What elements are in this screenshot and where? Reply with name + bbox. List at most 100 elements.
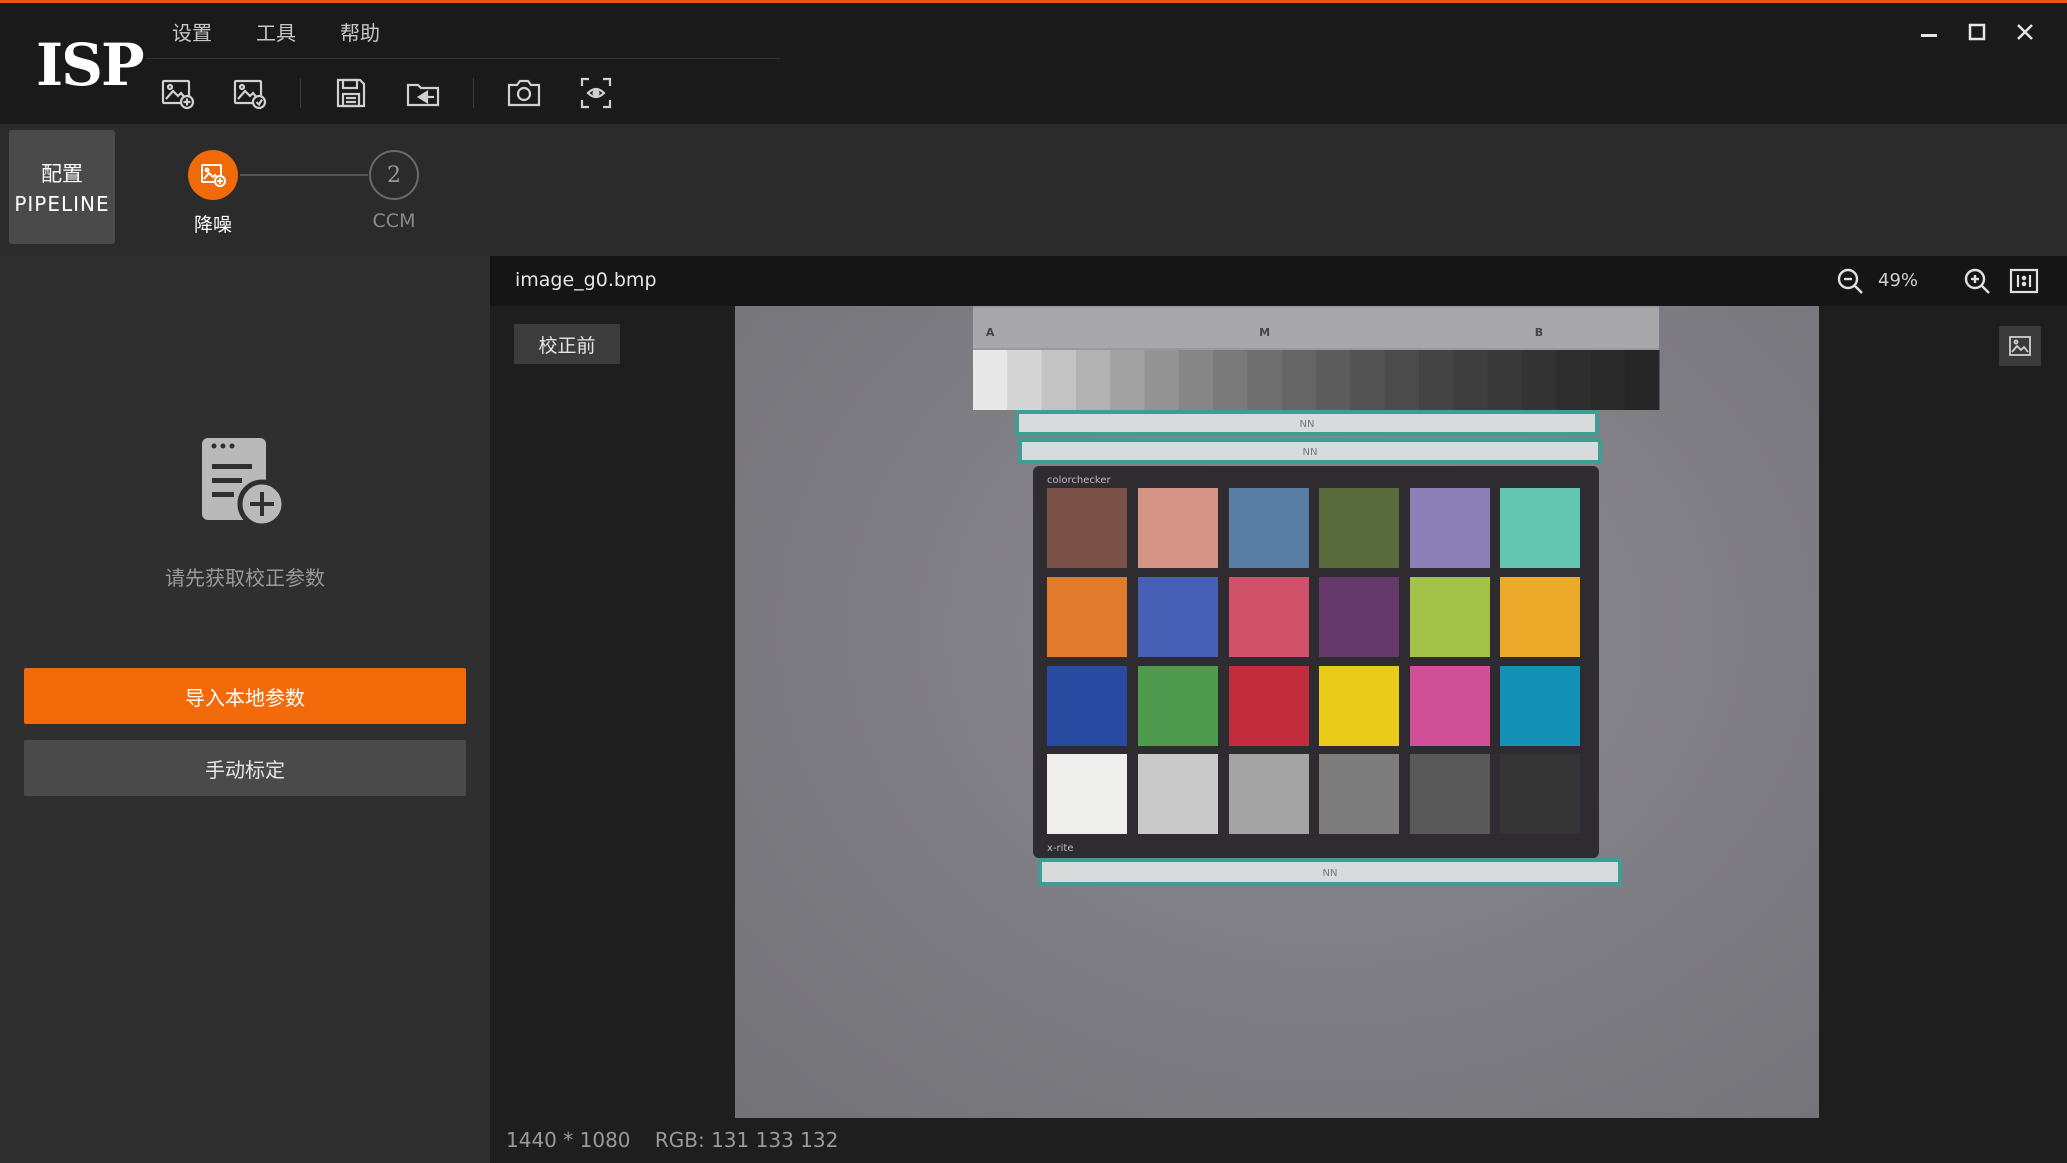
toolbar-separator — [300, 78, 301, 108]
manual-calibration-button[interactable]: 手动标定 — [24, 740, 466, 796]
grayscale-step — [1418, 350, 1454, 410]
menu-tools[interactable]: 工具 — [234, 11, 318, 52]
configure-pipeline-button[interactable]: 配置 PIPELINE — [9, 130, 115, 244]
denoise-image-icon — [201, 164, 226, 187]
close-button[interactable] — [2001, 17, 2049, 47]
image-dimensions: 1440 * 1080 — [506, 1128, 631, 1152]
toolbar — [156, 71, 646, 115]
configure-label: 配置 — [41, 162, 83, 186]
load-button[interactable] — [401, 71, 445, 115]
grayscale-step — [1178, 350, 1214, 410]
strip-label: NN — [1303, 447, 1318, 458]
zoom-out-icon[interactable] — [1835, 266, 1865, 296]
grayscale-step — [1110, 350, 1145, 410]
scan-icon — [580, 77, 612, 109]
grayscale-step — [1521, 350, 1557, 410]
grayscale-step — [1384, 350, 1420, 410]
color-patch — [1047, 754, 1127, 834]
viewer-header: image_g0.bmp 49% — [490, 256, 2067, 306]
strip-label: NN — [1323, 868, 1338, 879]
title-bar: ISP 设置 工具 帮助 — [0, 0, 2067, 124]
step-ccm-number: 2 — [387, 162, 401, 188]
color-patch — [1229, 666, 1309, 746]
color-patch — [1500, 577, 1580, 657]
import-image-icon — [161, 79, 195, 110]
scale-letter: B — [1535, 326, 1543, 339]
grayscale-step — [1281, 350, 1317, 410]
step-connector — [240, 174, 368, 176]
empty-hint: 请先获取校正参数 — [165, 566, 325, 590]
color-patch — [1138, 754, 1218, 834]
actual-size-icon[interactable] — [2009, 266, 2039, 296]
minimize-button[interactable] — [1905, 17, 1953, 47]
brand-label: colorchecker — [1047, 475, 1111, 486]
toolbar-separator — [473, 78, 474, 108]
maximize-button[interactable] — [1953, 17, 2001, 47]
step-ccm[interactable]: 2 — [369, 150, 419, 200]
grayscale-step — [1144, 350, 1180, 410]
grayscale-step — [973, 350, 1008, 410]
color-patch — [1138, 488, 1218, 568]
color-patch — [1229, 488, 1309, 568]
color-patch — [1138, 666, 1218, 746]
color-patch — [1047, 577, 1127, 657]
pipeline-bar: 配置 PIPELINE 2 降噪 CCM — [0, 124, 2067, 256]
step-denoise[interactable] — [188, 150, 238, 200]
app-window: ISP 设置 工具 帮助 配置 PIPELINE 2 降噪 CCM 请先获取校正… — [0, 0, 2067, 1163]
color-patch — [1047, 488, 1127, 568]
window-controls — [1905, 17, 2049, 47]
grayscale-step — [1041, 350, 1077, 410]
pixel-rgb: RGB: 131 133 132 — [654, 1128, 839, 1152]
scale-letter: M — [1259, 326, 1270, 339]
color-patch — [1410, 488, 1490, 568]
add-document-icon — [202, 438, 287, 529]
grayscale-step — [1213, 350, 1248, 410]
grayscale-step — [1556, 350, 1591, 410]
import-params-button[interactable]: 导入本地参数 — [24, 668, 466, 724]
captured-image[interactable]: A M B NN NN NN colorchecker x-rite — [735, 306, 1819, 1118]
menu-settings[interactable]: 设置 — [150, 11, 234, 52]
close-icon — [2017, 24, 2033, 40]
color-patch — [1410, 754, 1490, 834]
grayscale-step — [1007, 350, 1043, 410]
color-patch — [1500, 754, 1580, 834]
scan-button[interactable] — [574, 71, 618, 115]
status-bar: 1440 * 1080 RGB: 131 133 132 — [506, 1128, 856, 1152]
grayscale-step — [1453, 350, 1488, 410]
color-patch — [1229, 577, 1309, 657]
export-image-icon — [233, 79, 267, 110]
save-icon — [336, 78, 366, 108]
scale-header — [973, 308, 1659, 348]
strip-label: NN — [1300, 419, 1315, 430]
color-patch — [1500, 488, 1580, 568]
before-correction-tag: 校正前 — [514, 324, 620, 364]
color-patch — [1410, 666, 1490, 746]
zoom-in-icon[interactable] — [1962, 266, 1992, 296]
load-icon — [406, 83, 440, 107]
step-ccm-label: CCM — [372, 210, 416, 232]
step-denoise-label: 降噪 — [193, 214, 232, 236]
capture-button[interactable] — [502, 71, 546, 115]
menu-help[interactable]: 帮助 — [318, 11, 402, 52]
grayscale-step — [1350, 350, 1386, 410]
export-image-button[interactable] — [228, 71, 272, 115]
color-patch — [1319, 577, 1399, 657]
parameter-panel: 请先获取校正参数 导入本地参数 手动标定 — [0, 256, 490, 1163]
file-name: image_g0.bmp — [515, 269, 657, 291]
minimize-icon — [1921, 34, 1937, 37]
grayscale-step — [1590, 350, 1626, 410]
image-icon — [2009, 336, 2031, 356]
image-viewer: image_g0.bmp 49% 校正前 A M B NN NN NN colorcheck… — [490, 256, 2067, 1163]
camera-icon — [507, 79, 541, 107]
color-patch — [1319, 666, 1399, 746]
grayscale-step — [1247, 350, 1283, 410]
menu-bar: 设置 工具 帮助 — [150, 11, 402, 52]
image-toggle-button[interactable] — [1999, 326, 2041, 366]
zoom-level: 49% — [1878, 270, 1919, 291]
import-image-button[interactable] — [156, 71, 200, 115]
scale-letter: A — [986, 326, 995, 339]
save-button[interactable] — [329, 71, 373, 115]
grayscale-step — [1487, 350, 1523, 410]
color-patch — [1500, 666, 1580, 746]
color-patch — [1229, 754, 1309, 834]
